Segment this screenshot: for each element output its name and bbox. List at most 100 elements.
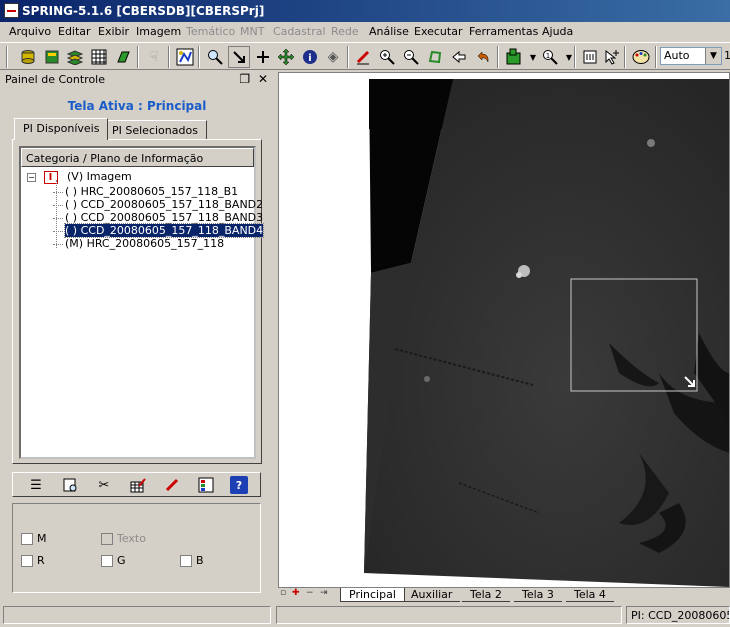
checkbox-r[interactable]: R [21,554,45,567]
next-tab-icon[interactable]: ⇥ [320,588,328,598]
tree-item[interactable]: ( ) CCD_20080605_157_118_BAND2 [53,198,263,211]
back-icon[interactable] [448,46,470,68]
restore-icon[interactable]: ❐ [239,72,250,86]
chevron-down-icon[interactable]: ▼ [558,46,580,68]
remove-tab-icon[interactable]: − [306,588,314,598]
menu-rede[interactable]: Rede [331,25,359,38]
undo-icon[interactable] [472,46,494,68]
help-icon[interactable]: ? [230,476,248,494]
pencil-icon[interactable] [352,46,374,68]
menu-analise[interactable]: Análise [369,25,409,38]
menu-editar[interactable]: Editar [58,25,91,38]
tab-pi-selecionados[interactable]: PI Selecionados [103,120,207,140]
eraser-icon[interactable] [112,46,134,68]
legend-icon[interactable] [197,476,215,494]
list-icon[interactable]: ☰ [27,476,45,494]
grid-icon[interactable] [88,46,110,68]
toolbar-separator [655,46,657,68]
properties-icon[interactable] [61,476,79,494]
collapse-icon[interactable]: − [27,172,36,182]
title-bar: SPRING-5.1.6 [CBERSDB][CBERSPrj] [0,0,730,22]
pan-icon[interactable] [275,46,297,68]
layers-icon[interactable] [64,46,86,68]
status-pi: PI: CCD_20080605_ [626,606,730,624]
frame-icon[interactable] [579,46,601,68]
cursor-plus-icon[interactable] [601,46,623,68]
panel-title: Painel de Controle [5,73,106,86]
toolbar-trailing-text: 1 [724,49,730,62]
status-cell-left [3,606,271,624]
zoom-select-value: Auto [664,49,690,62]
satellite-image[interactable] [279,73,729,587]
checkbox-g[interactable]: G [101,554,126,567]
tab-tela-2[interactable]: Tela 2 [462,588,510,602]
edit-table-icon[interactable] [129,476,147,494]
project-icon[interactable] [41,46,63,68]
toolbar: ☟ i ◈ ▼ 1 ▼ [0,42,730,70]
tree-item-label: (M) HRC_20080605_157_118 [65,237,225,250]
checkbox-r-label: R [37,554,45,567]
menu-tematico[interactable]: Temático [186,25,235,38]
toolbar-separator [497,46,499,68]
panel-header: Painel de Controle ❐ ✕ [0,71,274,89]
menu-executar[interactable]: Executar [414,25,463,38]
menu-bar: Arquivo Editar Exibir Imagem Temático MN… [0,22,730,42]
draw-icon[interactable] [174,46,196,68]
tree-column-header[interactable]: Categoria / Plano de Informação [21,148,254,167]
crosshair-icon[interactable] [252,46,274,68]
info-icon[interactable]: i [299,46,321,68]
tab-tela-3[interactable]: Tela 3 [514,588,562,602]
add-tab-icon[interactable]: ✚ [292,588,300,598]
toolbar-separator [6,46,8,68]
menu-imagem[interactable]: Imagem [136,25,181,38]
menu-arquivo[interactable]: Arquivo [9,25,51,38]
zoom-search-icon[interactable] [204,46,226,68]
toolbar-separator [624,46,626,68]
tab-auxiliar[interactable]: Auxiliar [403,588,461,602]
color-composition-panel: M Texto R G B [12,503,261,593]
tab-pi-disponiveis[interactable]: PI Disponíveis [14,118,109,140]
zoom-in-icon[interactable] [376,46,398,68]
menu-mnt[interactable]: MNT [240,25,264,38]
toolbar-separator [137,46,139,68]
select-object-icon[interactable]: ◈ [322,46,344,68]
tree-category-row[interactable]: − I (V) Imagem [27,170,132,184]
close-icon[interactable]: ✕ [258,72,268,86]
status-cell-middle [276,606,622,624]
checkbox-texto-label: Texto [117,532,146,545]
tree-item[interactable]: (M) HRC_20080605_157_118 [53,237,224,250]
screen-tab-bar: ▫ ✚ − ⇥ Principal Auxiliar Tela 2 Tela 3… [278,588,730,603]
tree-item-selected[interactable]: ( ) CCD_20080605_157_118_BAND4 [53,223,265,238]
checkbox-m[interactable]: M [21,532,47,545]
zoom-area-icon[interactable] [424,46,446,68]
cursor-disabled-icon[interactable]: ☟ [143,46,165,68]
menu-cadastral[interactable]: Cadastral [273,25,326,38]
checkbox-b[interactable]: B [180,554,204,567]
tree-item[interactable]: ( ) HRC_20080605_157_118_B1 [53,185,238,198]
tools-icon[interactable]: ✂ [95,476,113,494]
status-bar: PI: CCD_20080605_ [0,605,730,625]
pointer-icon[interactable] [228,46,250,68]
pi-tree[interactable]: Categoria / Plano de Informação − I (V) … [19,146,265,459]
toolbar-separator [347,46,349,68]
tree-item[interactable]: ( ) CCD_20080605_157_118_BAND3 [53,211,263,224]
menu-ferramentas[interactable]: Ferramentas [469,25,538,38]
chevron-down-icon[interactable]: ▼ [705,48,721,64]
checkbox-m-label: M [37,532,47,545]
palette-icon[interactable] [630,46,652,68]
checkbox-texto[interactable]: Texto [101,532,146,545]
menu-ajuda[interactable]: Ajuda [542,25,573,38]
app-icon [4,3,19,18]
tab-principal[interactable]: Principal [340,588,405,602]
map-canvas[interactable] [278,72,730,588]
database-icon[interactable] [17,46,39,68]
toolbar-separator [574,46,576,68]
tree-item-label: ( ) CCD_20080605_157_118_BAND2 [65,198,264,211]
pencil-icon[interactable] [163,476,181,494]
menu-exibir[interactable]: Exibir [98,25,129,38]
first-tab-icon[interactable]: ▫ [280,588,286,598]
tree-item-label: ( ) HRC_20080605_157_118_B1 [65,185,239,198]
zoom-out-icon[interactable] [400,46,422,68]
zoom-select[interactable]: Auto ▼ [660,47,722,65]
tab-tela-4[interactable]: Tela 4 [566,588,614,602]
